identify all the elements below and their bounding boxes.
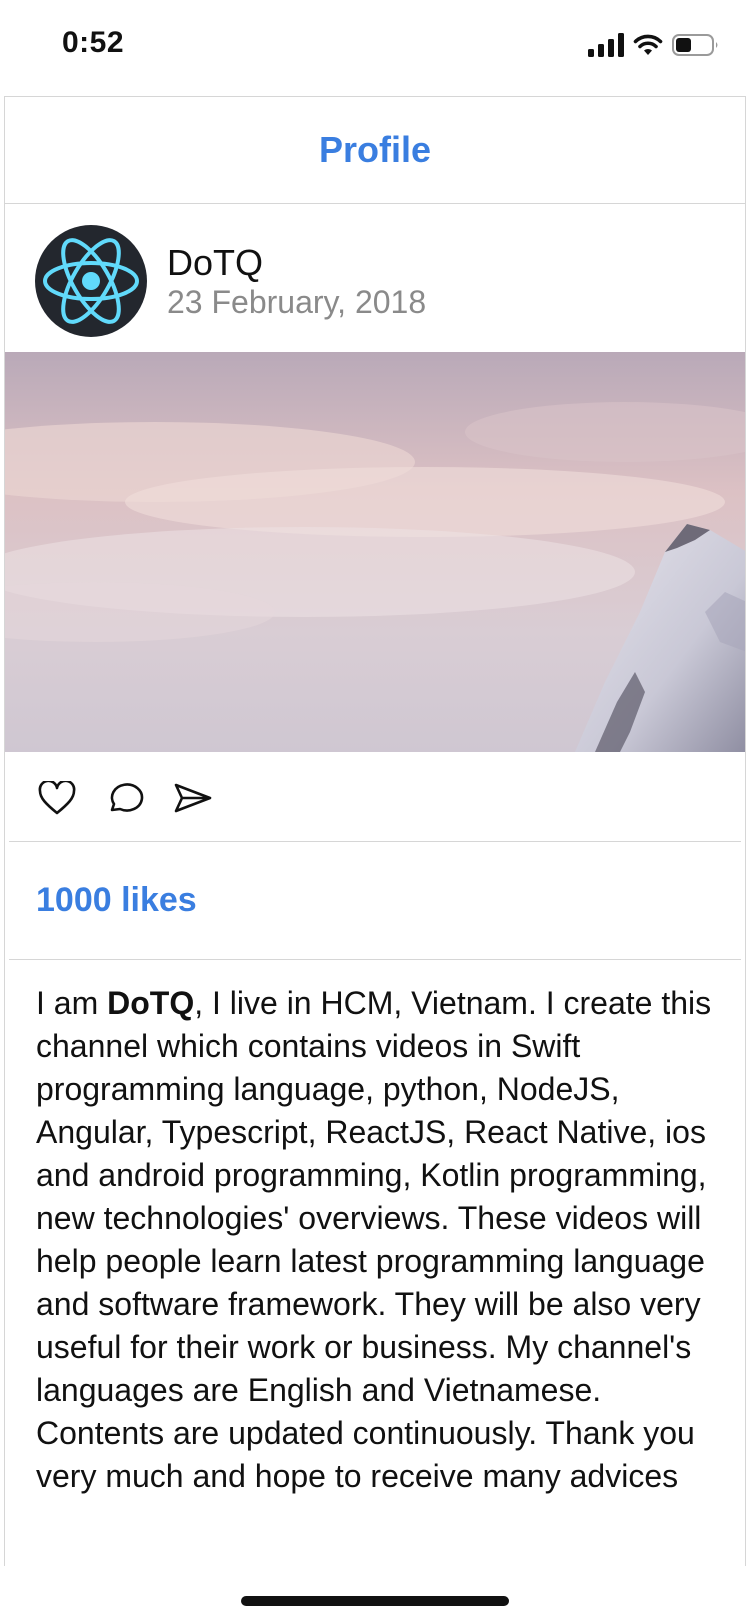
status-time: 0:52 xyxy=(62,26,125,59)
post-date: 23 February, 2018 xyxy=(167,284,427,320)
status-icons xyxy=(588,30,720,60)
share-button[interactable] xyxy=(171,776,215,820)
author-row: DoTQ 23 February, 2018 xyxy=(5,204,745,352)
caption-prefix: I am xyxy=(36,985,108,1021)
page-title: Profile xyxy=(318,129,432,170)
battery-icon xyxy=(672,34,718,56)
mountain-photo xyxy=(5,352,745,752)
comment-icon xyxy=(110,783,144,812)
home-indicator[interactable] xyxy=(241,1596,509,1606)
caption-text: , I live in HCM, Vietnam. I create this … xyxy=(36,985,712,1494)
actions-row xyxy=(9,752,741,842)
react-logo-icon xyxy=(43,238,139,324)
likes-row: 1000 likes xyxy=(9,842,741,960)
likes-count[interactable]: 1000 likes xyxy=(36,881,197,920)
comment-button[interactable] xyxy=(103,776,147,820)
cellular-signal-icon xyxy=(588,33,624,57)
caption-author: DoTQ xyxy=(107,985,195,1021)
status-bar: 0:52 xyxy=(0,0,750,92)
navigation-header: Profile xyxy=(5,97,745,204)
heart-icon xyxy=(38,781,76,815)
post-card: Profile DoTQ 23 February, 2018 1000 like… xyxy=(4,96,746,1566)
send-icon xyxy=(174,783,212,813)
post-caption: I am DoTQ, I live in HCM, Vietnam. I cre… xyxy=(5,960,745,1498)
author-name[interactable]: DoTQ xyxy=(167,242,263,284)
post-image[interactable] xyxy=(5,352,745,752)
like-button[interactable] xyxy=(35,776,79,820)
wifi-icon xyxy=(633,34,663,55)
avatar[interactable] xyxy=(35,225,147,337)
